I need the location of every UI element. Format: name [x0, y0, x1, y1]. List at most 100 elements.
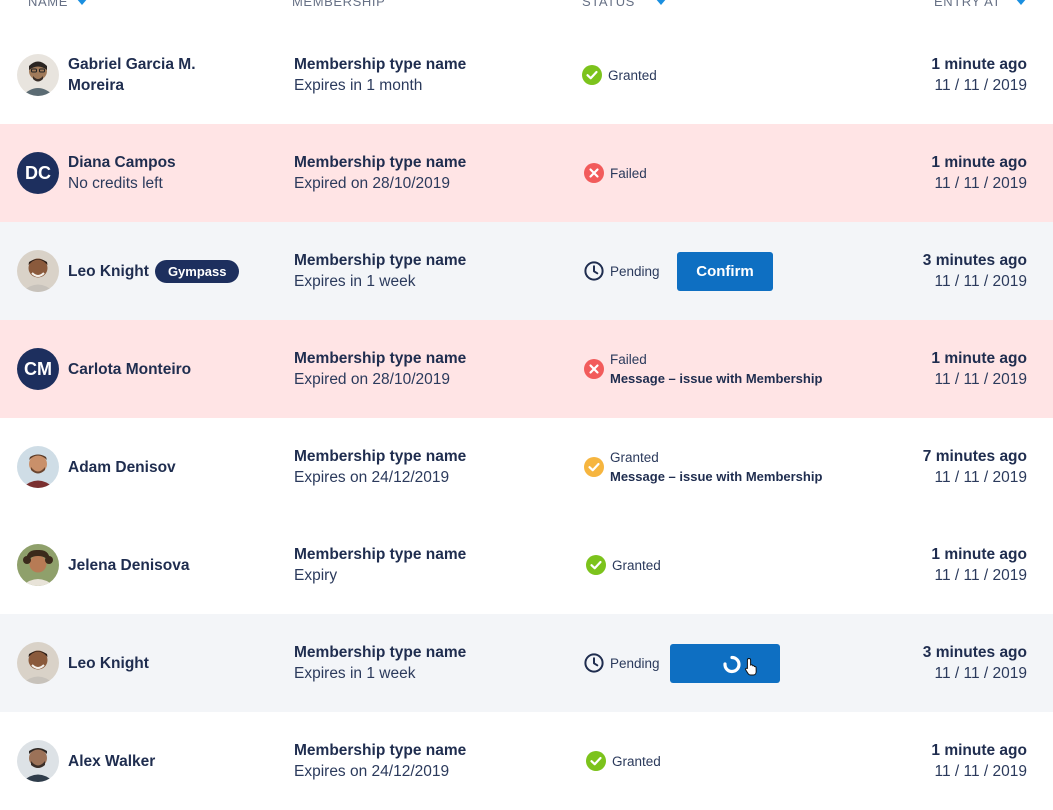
- entry-date: 11 / 11 / 2019: [934, 763, 1027, 780]
- hand-cursor-icon: [745, 657, 757, 676]
- gympass-badge: Gympass: [154, 259, 240, 283]
- status-label: Pending: [610, 263, 660, 279]
- error-x-circle-icon: [584, 163, 604, 183]
- entry-date: 11 / 11 / 2019: [934, 371, 1027, 388]
- member-name[interactable]: Alex Walker: [68, 751, 155, 772]
- sort-caret-down-icon[interactable]: [1014, 0, 1027, 5]
- confirm-button[interactable]: Confirm: [677, 252, 773, 291]
- member-name-cell: Adam Denisov: [68, 418, 176, 516]
- status-cell: Granted: [582, 26, 657, 124]
- column-header-entry-at[interactable]: ENTRY AT: [934, 0, 1027, 9]
- entry-relative-time: 1 minute ago: [931, 350, 1027, 367]
- entry-cell: 1 minute ago 11 / 11 / 2019: [931, 712, 1027, 810]
- status-text: Granted Message – issue with Membership: [610, 450, 822, 484]
- member-name-cell: Jelena Denisova: [68, 516, 189, 614]
- status-label: Failed: [610, 165, 647, 181]
- status-cell: Granted: [586, 712, 661, 810]
- membership-expiry: Expires on 24/12/2019: [294, 763, 450, 780]
- membership-cell: Membership type name Expired on 28/10/20…: [294, 124, 466, 222]
- member-name[interactable]: Leo Knight: [68, 261, 149, 282]
- avatar: [17, 250, 59, 292]
- membership-expiry: Expires in 1 month: [294, 77, 423, 94]
- avatar: CM: [17, 348, 59, 390]
- membership-expiry: Expires in 1 week: [294, 665, 416, 682]
- table-row[interactable]: Jelena Denisova Membership type name Exp…: [0, 516, 1053, 614]
- column-header-status[interactable]: STATUS: [582, 0, 667, 9]
- status-cell: Failed: [584, 124, 647, 222]
- entry-date: 11 / 11 / 2019: [934, 77, 1027, 94]
- membership-cell: Membership type name Expires in 1 week: [294, 222, 466, 320]
- column-header-membership-label: MEMBERSHIP: [292, 0, 386, 9]
- membership-cell: Membership type name Expires on 24/12/20…: [294, 418, 466, 516]
- membership-type: Membership type name: [294, 546, 467, 563]
- member-name[interactable]: Diana Campos: [68, 152, 176, 173]
- status-label: Granted: [608, 67, 657, 83]
- membership-cell: Membership type name Expires in 1 week: [294, 614, 466, 712]
- check-circle-icon: [582, 65, 602, 85]
- member-name-cell: Leo Knight Gympass: [68, 222, 240, 320]
- member-name-cell: Leo Knight: [68, 614, 149, 712]
- sort-caret-down-icon[interactable]: [654, 0, 667, 5]
- column-header-membership: MEMBERSHIP: [292, 0, 385, 9]
- table-row[interactable]: DC Diana Campos No credits left Membersh…: [0, 124, 1053, 222]
- member-name-cell: Gabriel Garcia M. Moreira: [68, 26, 196, 124]
- membership-cell: Membership type name Expired on 28/10/20…: [294, 320, 466, 418]
- membership-expiry: Expires in 1 week: [294, 273, 416, 290]
- entry-cell: 7 minutes ago 11 / 11 / 2019: [923, 418, 1027, 516]
- member-name[interactable]: Gabriel Garcia M.: [68, 54, 196, 75]
- status-text: Failed Message – issue with Membership: [610, 352, 822, 386]
- confirm-button-loading[interactable]: [670, 644, 780, 683]
- member-name[interactable]: Adam Denisov: [68, 457, 176, 478]
- error-x-circle-icon: [584, 359, 604, 379]
- membership-type: Membership type name: [294, 742, 467, 759]
- status-message: Message – issue with Membership: [610, 371, 823, 386]
- table-row[interactable]: Leo Knight Membership type name Expires …: [0, 614, 1053, 712]
- table-row[interactable]: Adam Denisov Membership type name Expire…: [0, 418, 1053, 516]
- member-name[interactable]: Leo Knight: [68, 653, 149, 674]
- status-label: Granted: [612, 557, 661, 573]
- membership-cell: Membership type name Expiry: [294, 516, 466, 614]
- table-row[interactable]: CM Carlota Monteiro Membership type name…: [0, 320, 1053, 418]
- table-header: NAME MEMBERSHIP STATUS ENTRY AT: [0, 0, 1053, 26]
- entry-date: 11 / 11 / 2019: [934, 567, 1027, 584]
- entry-cell: 3 minutes ago 11 / 11 / 2019: [923, 222, 1027, 320]
- entry-date: 11 / 11 / 2019: [934, 665, 1027, 682]
- member-note: No credits left: [68, 175, 163, 192]
- column-header-name[interactable]: NAME: [28, 0, 88, 9]
- table-row[interactable]: Leo Knight Gympass Membership type name …: [0, 222, 1053, 320]
- entry-relative-time: 1 minute ago: [931, 546, 1027, 563]
- sort-caret-down-icon[interactable]: [75, 0, 88, 5]
- entry-cell: 1 minute ago 11 / 11 / 2019: [931, 516, 1027, 614]
- member-name[interactable]: Jelena Denisova: [68, 555, 189, 576]
- membership-expiry: Expired on 28/10/2019: [294, 175, 450, 192]
- column-header-entry-at-label: ENTRY AT: [934, 0, 1001, 9]
- clock-icon: [584, 261, 604, 281]
- entry-relative-time: 3 minutes ago: [922, 252, 1027, 269]
- clock-icon: [584, 653, 604, 673]
- entry-relative-time: 1 minute ago: [931, 56, 1027, 73]
- status-label: Pending: [610, 655, 660, 671]
- entry-cell: 1 minute ago 11 / 11 / 2019: [931, 124, 1027, 222]
- member-name[interactable]: Moreira: [68, 75, 196, 96]
- status-label: Failed: [610, 352, 647, 367]
- table-row[interactable]: Alex Walker Membership type name Expires…: [0, 712, 1053, 810]
- status-label: Granted: [612, 753, 661, 769]
- member-name[interactable]: Carlota Monteiro: [68, 359, 191, 380]
- membership-type: Membership type name: [294, 252, 467, 269]
- entry-date: 11 / 11 / 2019: [934, 273, 1027, 290]
- membership-cell: Membership type name Expires in 1 month: [294, 26, 466, 124]
- membership-type: Membership type name: [294, 350, 467, 367]
- status-message: Message – issue with Membership: [610, 469, 823, 484]
- avatar: [17, 54, 59, 96]
- status-cell: Pending: [584, 614, 660, 712]
- avatar: DC: [17, 152, 59, 194]
- avatar: [17, 544, 59, 586]
- check-circle-icon: [586, 555, 606, 575]
- table-row[interactable]: Gabriel Garcia M. Moreira Membership typ…: [0, 26, 1053, 124]
- membership-type: Membership type name: [294, 644, 467, 661]
- entry-relative-time: 7 minutes ago: [922, 448, 1027, 465]
- entry-cell: 1 minute ago 11 / 11 / 2019: [931, 26, 1027, 124]
- check-circle-warning-icon: [584, 457, 604, 477]
- column-header-name-label: NAME: [28, 0, 68, 9]
- entry-date: 11 / 11 / 2019: [934, 469, 1027, 486]
